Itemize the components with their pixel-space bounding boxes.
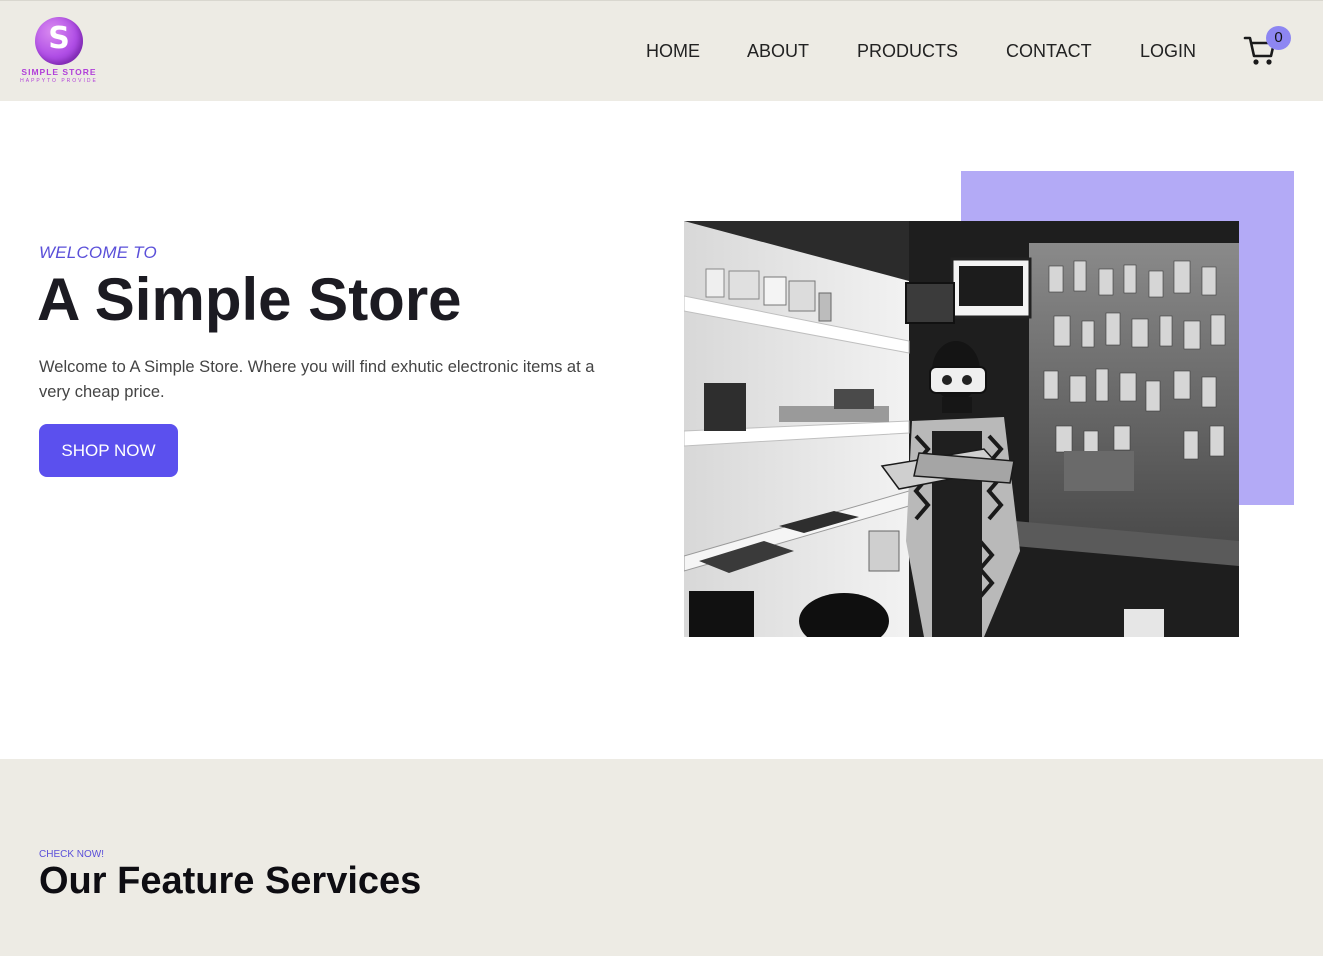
- cart-button[interactable]: 0: [1243, 26, 1293, 70]
- main-nav: HOME ABOUT PRODUCTS CONTACT LOGIN: [0, 41, 1323, 65]
- nav-contact[interactable]: CONTACT: [1006, 41, 1092, 62]
- hero-eyebrow: WELCOME TO: [39, 243, 157, 262]
- nav-about[interactable]: ABOUT: [747, 41, 809, 62]
- site-header: S SIMPLE STORE HAPPYTO PROVIDE HOME ABOU…: [0, 0, 1323, 101]
- shop-now-button[interactable]: SHOP NOW: [39, 424, 178, 477]
- hero-title: A Simple Store: [37, 266, 462, 333]
- cart-count-badge: 0: [1266, 26, 1291, 50]
- hero-description: Welcome to A Simple Store. Where you wil…: [39, 358, 595, 401]
- features-eyebrow: CHECK NOW!: [39, 849, 104, 860]
- nav-home[interactable]: HOME: [646, 41, 700, 62]
- brand-tagline: HAPPYTO PROVIDE: [20, 78, 98, 84]
- hero-image: [684, 221, 1239, 637]
- features-title: Our Feature Services: [39, 860, 422, 902]
- features-section: CHECK NOW! Our Feature Services: [0, 759, 1323, 956]
- nav-products[interactable]: PRODUCTS: [857, 41, 958, 62]
- nav-login[interactable]: LOGIN: [1140, 41, 1196, 62]
- hero-photo-illustration: [684, 221, 1239, 637]
- brand-name: SIMPLE STORE: [21, 67, 97, 77]
